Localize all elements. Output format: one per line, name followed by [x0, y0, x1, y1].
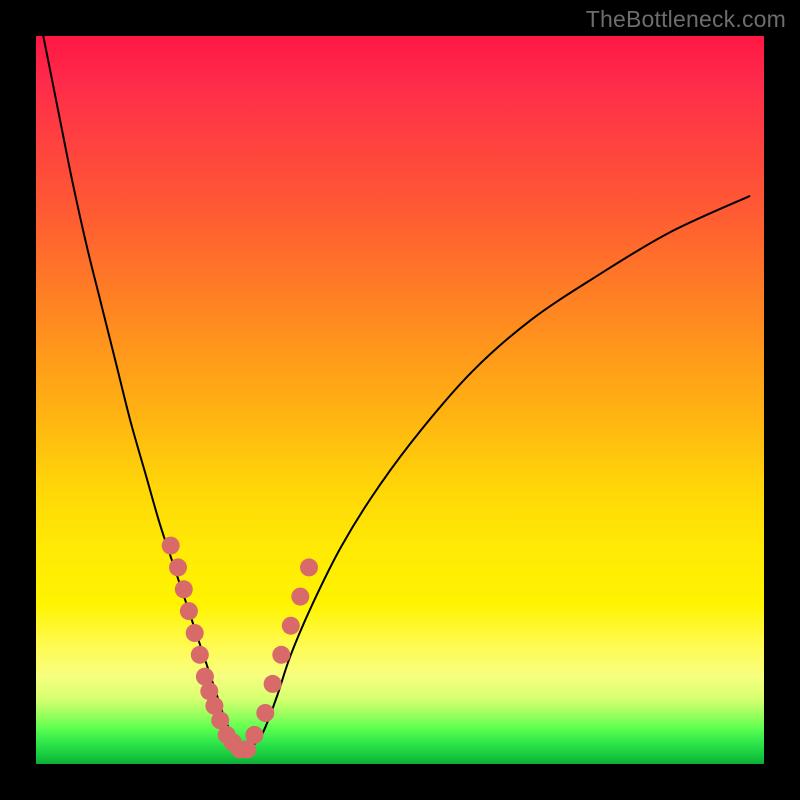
marker-point	[191, 646, 209, 664]
marker-point	[256, 704, 274, 722]
marker-point	[175, 580, 193, 598]
marker-point	[282, 617, 300, 635]
bottleneck-curve	[43, 36, 749, 751]
marker-point	[264, 675, 282, 693]
watermark-text: TheBottleneck.com	[586, 6, 786, 33]
chart-frame: TheBottleneck.com	[0, 0, 800, 800]
marker-point	[291, 588, 309, 606]
marker-point	[180, 602, 198, 620]
marker-point	[272, 646, 290, 664]
marker-point	[169, 558, 187, 576]
marker-point	[245, 726, 263, 744]
marker-point	[300, 558, 318, 576]
marker-point	[162, 537, 180, 555]
chart-svg	[36, 36, 764, 764]
marker-point	[186, 624, 204, 642]
